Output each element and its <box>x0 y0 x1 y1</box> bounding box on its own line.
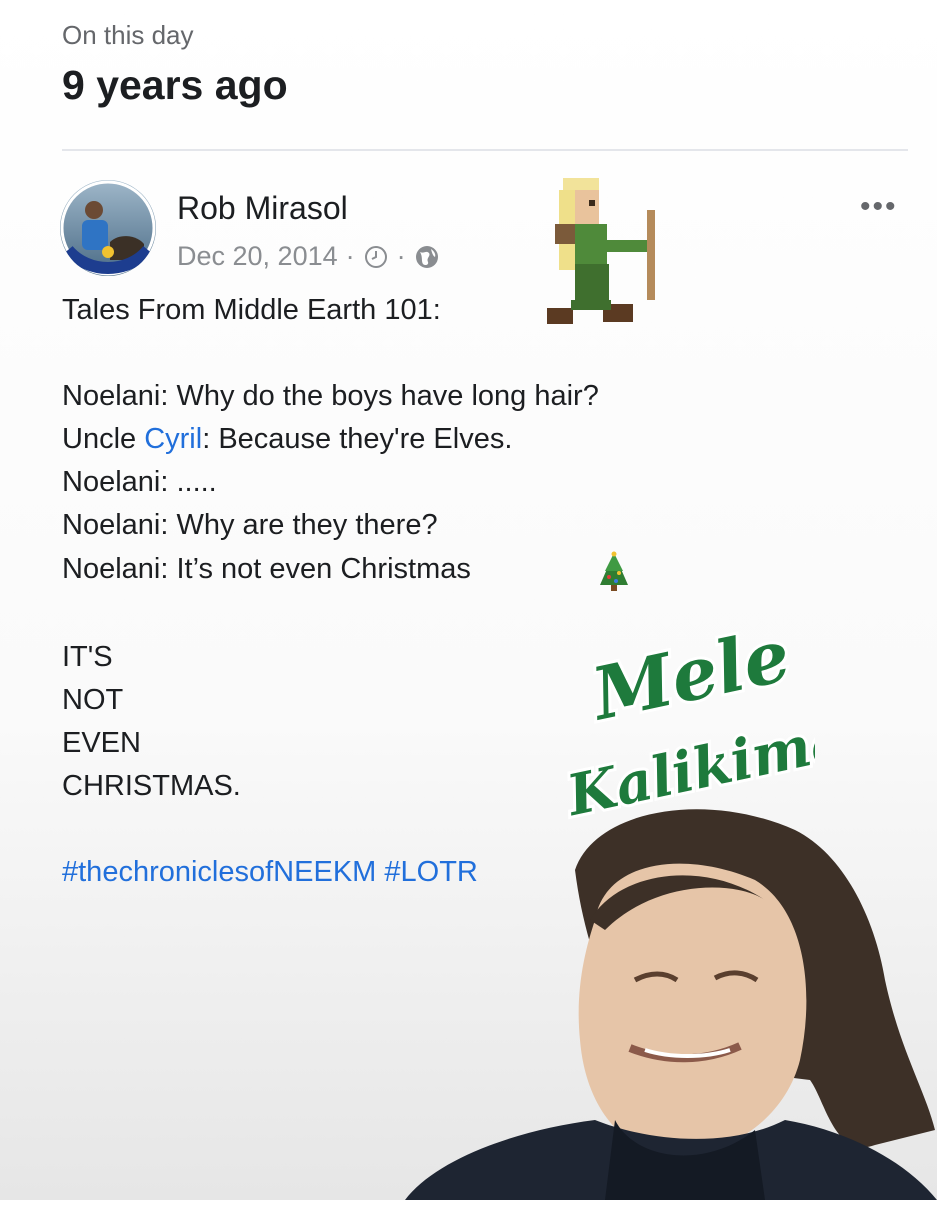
post-line-2-suffix: : Because they're Elves. <box>202 423 513 455</box>
caps-line-4: CHRISTMAS. <box>62 770 241 802</box>
post-line-2: Uncle Cyril: Because they're Elves. <box>62 423 512 456</box>
divider <box>62 149 908 151</box>
memory-label: On this day <box>62 20 194 50</box>
more-options-icon[interactable]: ••• <box>860 190 898 224</box>
post-date[interactable]: Dec 20, 2014 <box>177 241 338 272</box>
post-line-1: Noelani: Why do the boys have long hair? <box>62 380 599 412</box>
globe-icon[interactable] <box>414 244 440 270</box>
post-line-2-prefix: Uncle <box>62 423 145 455</box>
post-heading: Tales From Middle Earth 101: <box>62 294 441 326</box>
pixel-elf-archer-icon <box>535 170 670 345</box>
mention-link[interactable]: Cyril <box>144 423 202 455</box>
post-line-5: Noelani: It’s not even Christmas <box>62 553 471 585</box>
post-line-3: Noelani: ..... <box>62 466 217 498</box>
post-line-4: Noelani: Why are they there? <box>62 509 438 541</box>
clock-icon <box>363 244 389 270</box>
mele-text: Mele <box>582 612 797 737</box>
memory-title: 9 years ago <box>62 62 288 108</box>
christmas-tree-icon <box>597 551 631 598</box>
hashtag-link[interactable]: #thechroniclesofNEEKM <box>62 856 376 888</box>
avatar[interactable] <box>60 180 156 276</box>
meta-separator: · <box>345 241 355 271</box>
caps-line-3: EVEN <box>62 727 141 759</box>
meta-separator-2: · <box>396 241 406 271</box>
post-meta: Dec 20, 2014 · · <box>177 241 440 272</box>
caps-line-2: NOT <box>62 684 124 716</box>
man-photo-sticker <box>405 800 937 1205</box>
caps-line-1: IT'S <box>62 641 113 673</box>
author-name[interactable]: Rob Mirasol <box>177 190 348 227</box>
